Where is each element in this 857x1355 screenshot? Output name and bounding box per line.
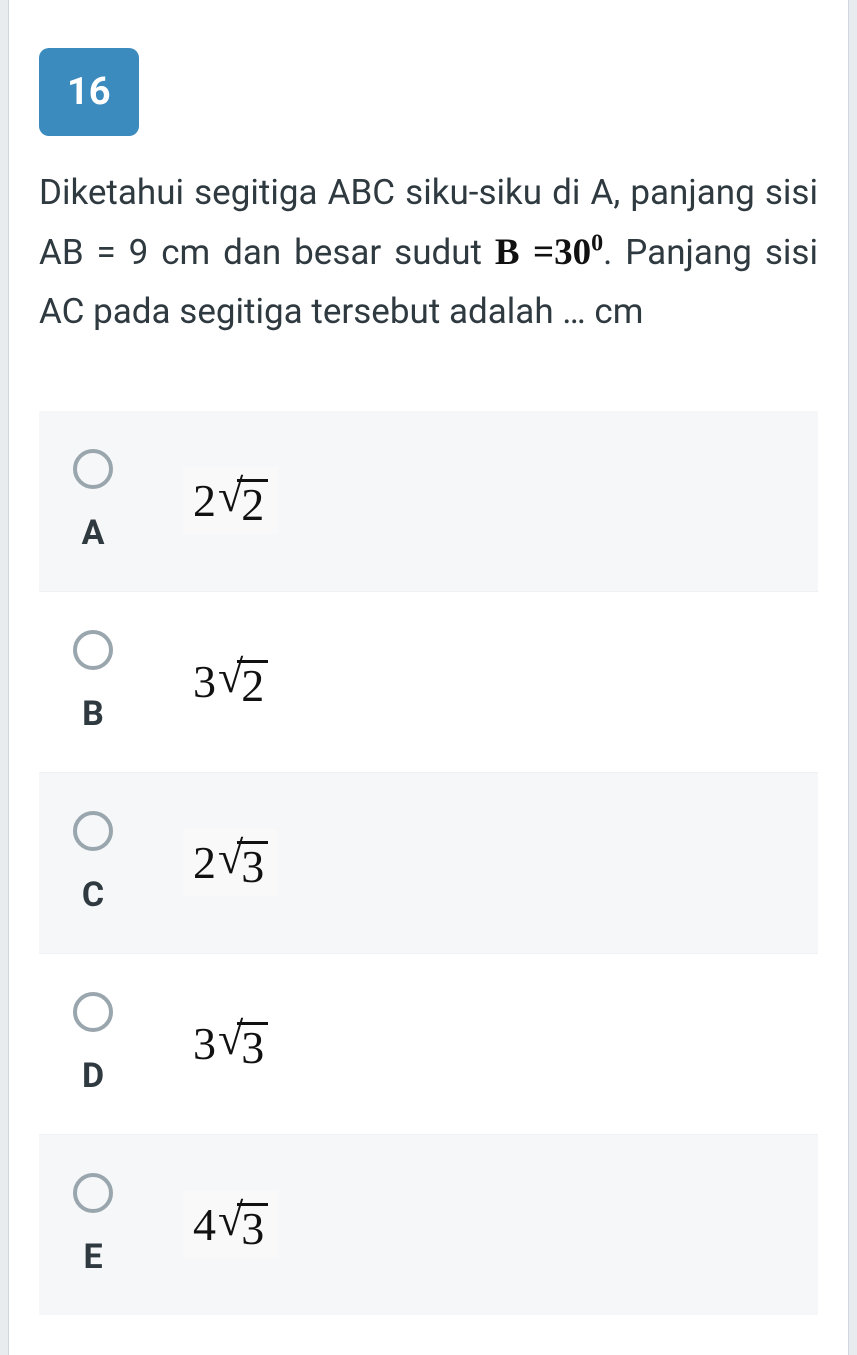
option-radicand: 2	[237, 479, 268, 528]
option-value: 2√3	[183, 829, 278, 896]
option-row-c[interactable]: C 2√3	[39, 773, 818, 953]
option-letter: D	[82, 1056, 104, 1096]
sqrt-icon: √3	[218, 1016, 268, 1071]
option-left: B	[63, 630, 123, 734]
question-math-angle: B =300	[495, 232, 603, 273]
option-left: D	[63, 992, 123, 1096]
option-coefficient: 3	[193, 1017, 216, 1070]
option-coefficient: 2	[193, 836, 216, 889]
radio-button-e[interactable]	[73, 1173, 113, 1213]
radio-button-d[interactable]	[73, 992, 113, 1032]
sqrt-icon: √2	[218, 654, 268, 709]
option-radicand: 2	[237, 660, 268, 709]
radio-button-b[interactable]	[73, 630, 113, 670]
option-coefficient: 3	[193, 655, 216, 708]
option-radicand: 3	[237, 1203, 268, 1252]
option-letter: A	[82, 513, 105, 553]
option-radicand: 3	[237, 1022, 268, 1071]
option-left: E	[63, 1173, 123, 1277]
option-value: 2√2	[183, 467, 278, 534]
option-value: 4√3	[183, 1191, 278, 1258]
option-row-b[interactable]: B 3√2	[39, 591, 818, 773]
question-card: 16 Diketahui segitiga ABC siku-siku di A…	[8, 0, 849, 1355]
option-letter: E	[83, 1237, 102, 1277]
sqrt-icon: √3	[218, 1197, 268, 1252]
option-left: C	[63, 811, 123, 915]
option-coefficient: 2	[193, 474, 216, 527]
option-value: 3√3	[183, 1010, 278, 1077]
radio-button-c[interactable]	[73, 811, 113, 851]
sqrt-icon: √3	[218, 835, 268, 890]
options-list: A2√2B3√2C2√3D3√3E4√3	[39, 411, 818, 1315]
question-number: 16	[67, 70, 111, 114]
question-number-badge: 16	[39, 48, 139, 136]
option-left: A	[63, 449, 123, 553]
option-radicand: 3	[237, 841, 268, 890]
radio-button-a[interactable]	[73, 449, 113, 489]
option-row-d[interactable]: D 3√3	[39, 953, 818, 1135]
option-value: 3√2	[183, 648, 278, 715]
option-row-e[interactable]: E 4√3	[39, 1135, 818, 1315]
option-letter: C	[82, 875, 104, 915]
question-text: Diketahui segitiga ABC siku-siku di A, p…	[39, 164, 818, 341]
option-letter: B	[82, 694, 104, 734]
sqrt-icon: √2	[218, 473, 268, 528]
option-coefficient: 4	[193, 1198, 216, 1251]
option-row-a[interactable]: A 2√2	[39, 411, 818, 591]
